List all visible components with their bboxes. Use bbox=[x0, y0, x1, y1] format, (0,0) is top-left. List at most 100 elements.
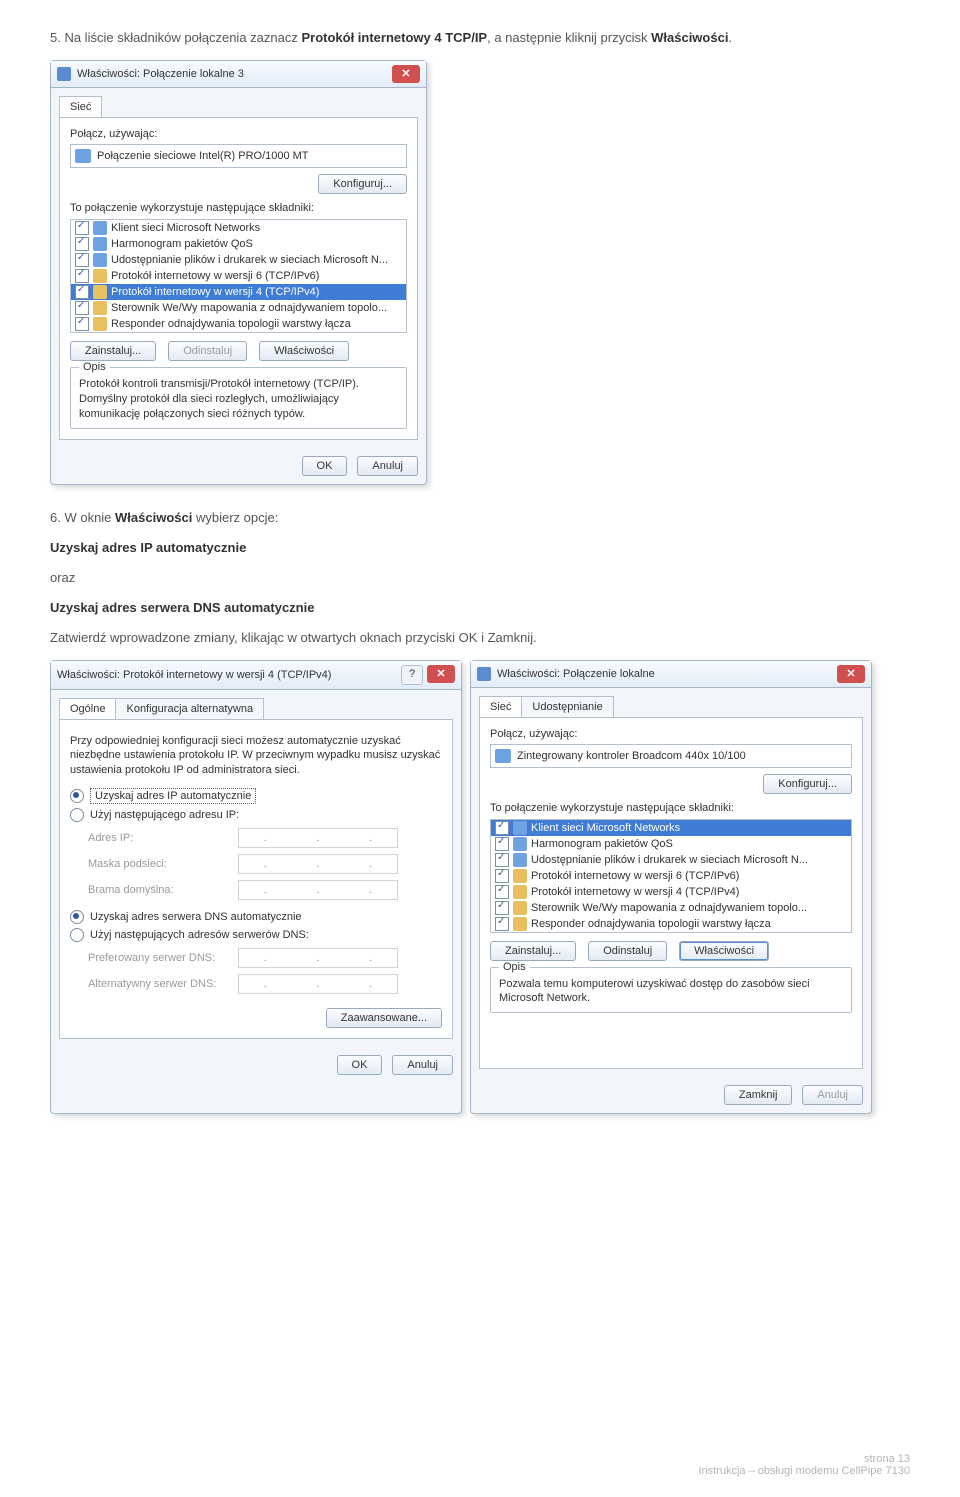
titlebar: Właściwości: Połączenie lokalne 3 ✕ bbox=[51, 61, 426, 88]
instruction-confirm: Zatwierdź wprowadzone zmiany, klikając w… bbox=[50, 630, 910, 645]
component-icon bbox=[513, 821, 527, 835]
instruction-6: 6. W oknie Właściwości wybierz opcje: bbox=[50, 510, 910, 525]
component-icon bbox=[513, 901, 527, 915]
alt-dns-field: ... bbox=[238, 974, 398, 994]
list-item: Udostępnianie plików i drukarek w siecia… bbox=[531, 854, 808, 866]
window-title: Właściwości: Protokół internetowy w wers… bbox=[57, 669, 331, 681]
uninstall-button[interactable]: Odinstaluj bbox=[168, 341, 247, 361]
radio-static-ip[interactable]: Użyj następującego adresu IP: bbox=[70, 808, 442, 822]
list-item: Harmonogram pakietów QoS bbox=[531, 838, 673, 850]
list-item: Klient sieci Microsoft Networks bbox=[531, 822, 680, 834]
radio-icon bbox=[70, 910, 84, 924]
dialog-lan3-properties: Właściwości: Połączenie lokalne 3 ✕ Sieć… bbox=[50, 60, 427, 485]
description-text: Pozwala temu komputerowi uzyskiwać dostę… bbox=[499, 977, 843, 1007]
checkbox-icon[interactable] bbox=[495, 869, 509, 883]
ok-button[interactable]: OK bbox=[337, 1055, 383, 1075]
close-icon[interactable]: ✕ bbox=[837, 665, 865, 683]
install-button[interactable]: Zainstaluj... bbox=[70, 341, 156, 361]
nic-icon bbox=[495, 749, 511, 763]
list-item: Protokół internetowy w wersji 6 (TCP/IPv… bbox=[111, 270, 319, 282]
list-item: Sterownik We/Wy mapowania z odnajdywanie… bbox=[111, 302, 387, 314]
cancel-button[interactable]: Anuluj bbox=[802, 1085, 863, 1105]
configure-button[interactable]: Konfiguruj... bbox=[318, 174, 407, 194]
component-icon bbox=[93, 285, 107, 299]
preferred-dns-field: ... bbox=[238, 948, 398, 968]
checkbox-icon[interactable] bbox=[75, 285, 89, 299]
checkbox-icon[interactable] bbox=[495, 885, 509, 899]
uninstall-button[interactable]: Odinstaluj bbox=[588, 941, 667, 961]
adapter-name: Zintegrowany kontroler Broadcom 440x 10/… bbox=[517, 750, 746, 762]
properties-button[interactable]: Właściwości bbox=[259, 341, 349, 361]
checkbox-icon[interactable] bbox=[495, 917, 509, 931]
mask-field: ... bbox=[238, 854, 398, 874]
radio-static-dns[interactable]: Użyj następujących adresów serwerów DNS: bbox=[70, 928, 442, 942]
close-icon[interactable]: ✕ bbox=[427, 665, 455, 683]
label-and: oraz bbox=[50, 570, 910, 585]
adapter-box: Połączenie sieciowe Intel(R) PRO/1000 MT bbox=[70, 144, 407, 168]
nic-icon bbox=[75, 149, 91, 163]
checkbox-icon[interactable] bbox=[75, 269, 89, 283]
instruction-5: 5. Na liście składników połączenia zazna… bbox=[50, 30, 910, 45]
list-item: Responder odnajdywania topologii warstwy… bbox=[531, 918, 771, 930]
tab-general[interactable]: Ogólne bbox=[59, 698, 116, 719]
list-item: Harmonogram pakietów QoS bbox=[111, 238, 253, 250]
checkbox-icon[interactable] bbox=[75, 301, 89, 315]
tab-alt-config[interactable]: Konfiguracja alternatywna bbox=[115, 698, 264, 719]
ip-field: ... bbox=[238, 828, 398, 848]
label-preferred-dns: Preferowany serwer DNS: bbox=[88, 952, 238, 964]
ok-button[interactable]: OK bbox=[302, 456, 348, 476]
list-item: Protokół internetowy w wersji 6 (TCP/IPv… bbox=[531, 870, 739, 882]
description-text: Protokół kontroli transmisji/Protokół in… bbox=[79, 377, 398, 422]
component-icon bbox=[513, 885, 527, 899]
window-title: Właściwości: Połączenie lokalne 3 bbox=[77, 68, 244, 80]
cancel-button[interactable]: Anuluj bbox=[357, 456, 418, 476]
close-button[interactable]: Zamknij bbox=[724, 1085, 793, 1105]
configure-button[interactable]: Konfiguruj... bbox=[763, 774, 852, 794]
checkbox-icon[interactable] bbox=[75, 253, 89, 267]
instruction-6-block: 6. W oknie Właściwości wybierz opcje: Uz… bbox=[50, 510, 910, 645]
radio-icon bbox=[70, 789, 84, 803]
component-icon bbox=[513, 837, 527, 851]
list-item: Protokół internetowy w wersji 4 (TCP/IPv… bbox=[111, 286, 319, 298]
label-mask: Maska podsieci: bbox=[88, 858, 238, 870]
advanced-button[interactable]: Zaawansowane... bbox=[326, 1008, 442, 1028]
checkbox-icon[interactable] bbox=[495, 821, 509, 835]
window-title: Właściwości: Połączenie lokalne bbox=[497, 668, 655, 680]
adapter-box: Zintegrowany kontroler Broadcom 440x 10/… bbox=[490, 744, 852, 768]
window-icon bbox=[57, 67, 71, 81]
checkbox-icon[interactable] bbox=[75, 317, 89, 331]
list-item: Sterownik We/Wy mapowania z odnajdywanie… bbox=[531, 902, 807, 914]
list-item: Responder odnajdywania topologii warstwy… bbox=[111, 318, 351, 330]
component-icon bbox=[93, 237, 107, 251]
page-number: strona 13 bbox=[698, 1453, 910, 1465]
page-footer: strona 13 Instrukcja – obsługi modemu Ce… bbox=[698, 1453, 910, 1477]
properties-button[interactable]: Właściwości bbox=[679, 941, 769, 961]
radio-auto-dns[interactable]: Uzyskaj adres serwera DNS automatycznie bbox=[70, 910, 442, 924]
component-icon bbox=[93, 221, 107, 235]
radio-auto-ip[interactable]: Uzyskaj adres IP automatycznie bbox=[70, 788, 442, 804]
help-icon[interactable]: ? bbox=[401, 665, 423, 685]
checkbox-icon[interactable] bbox=[495, 901, 509, 915]
checkbox-icon[interactable] bbox=[75, 221, 89, 235]
component-icon bbox=[93, 253, 107, 267]
tab-sharing[interactable]: Udostępnianie bbox=[521, 696, 613, 717]
component-icon bbox=[93, 269, 107, 283]
checkbox-icon[interactable] bbox=[495, 837, 509, 851]
radio-icon bbox=[70, 928, 84, 942]
checkbox-icon[interactable] bbox=[495, 853, 509, 867]
list-item: Udostępnianie plików i drukarek w siecia… bbox=[111, 254, 388, 266]
tab-network[interactable]: Sieć bbox=[59, 96, 102, 117]
components-listbox[interactable]: Klient sieci Microsoft Networks Harmonog… bbox=[70, 219, 407, 333]
cancel-button[interactable]: Anuluj bbox=[392, 1055, 453, 1075]
install-button[interactable]: Zainstaluj... bbox=[490, 941, 576, 961]
components-listbox[interactable]: Klient sieci Microsoft Networks Harmonog… bbox=[490, 819, 852, 933]
close-icon[interactable]: ✕ bbox=[392, 65, 420, 83]
list-item: Klient sieci Microsoft Networks bbox=[111, 222, 260, 234]
adapter-name: Połączenie sieciowe Intel(R) PRO/1000 MT bbox=[97, 150, 309, 162]
radio-icon bbox=[70, 808, 84, 822]
checkbox-icon[interactable] bbox=[75, 237, 89, 251]
doc-title: Instrukcja – obsługi modemu CellPipe 713… bbox=[698, 1465, 910, 1477]
description-label: Opis bbox=[499, 961, 530, 973]
label-ip: Adres IP: bbox=[88, 832, 238, 844]
tab-network[interactable]: Sieć bbox=[479, 696, 522, 717]
